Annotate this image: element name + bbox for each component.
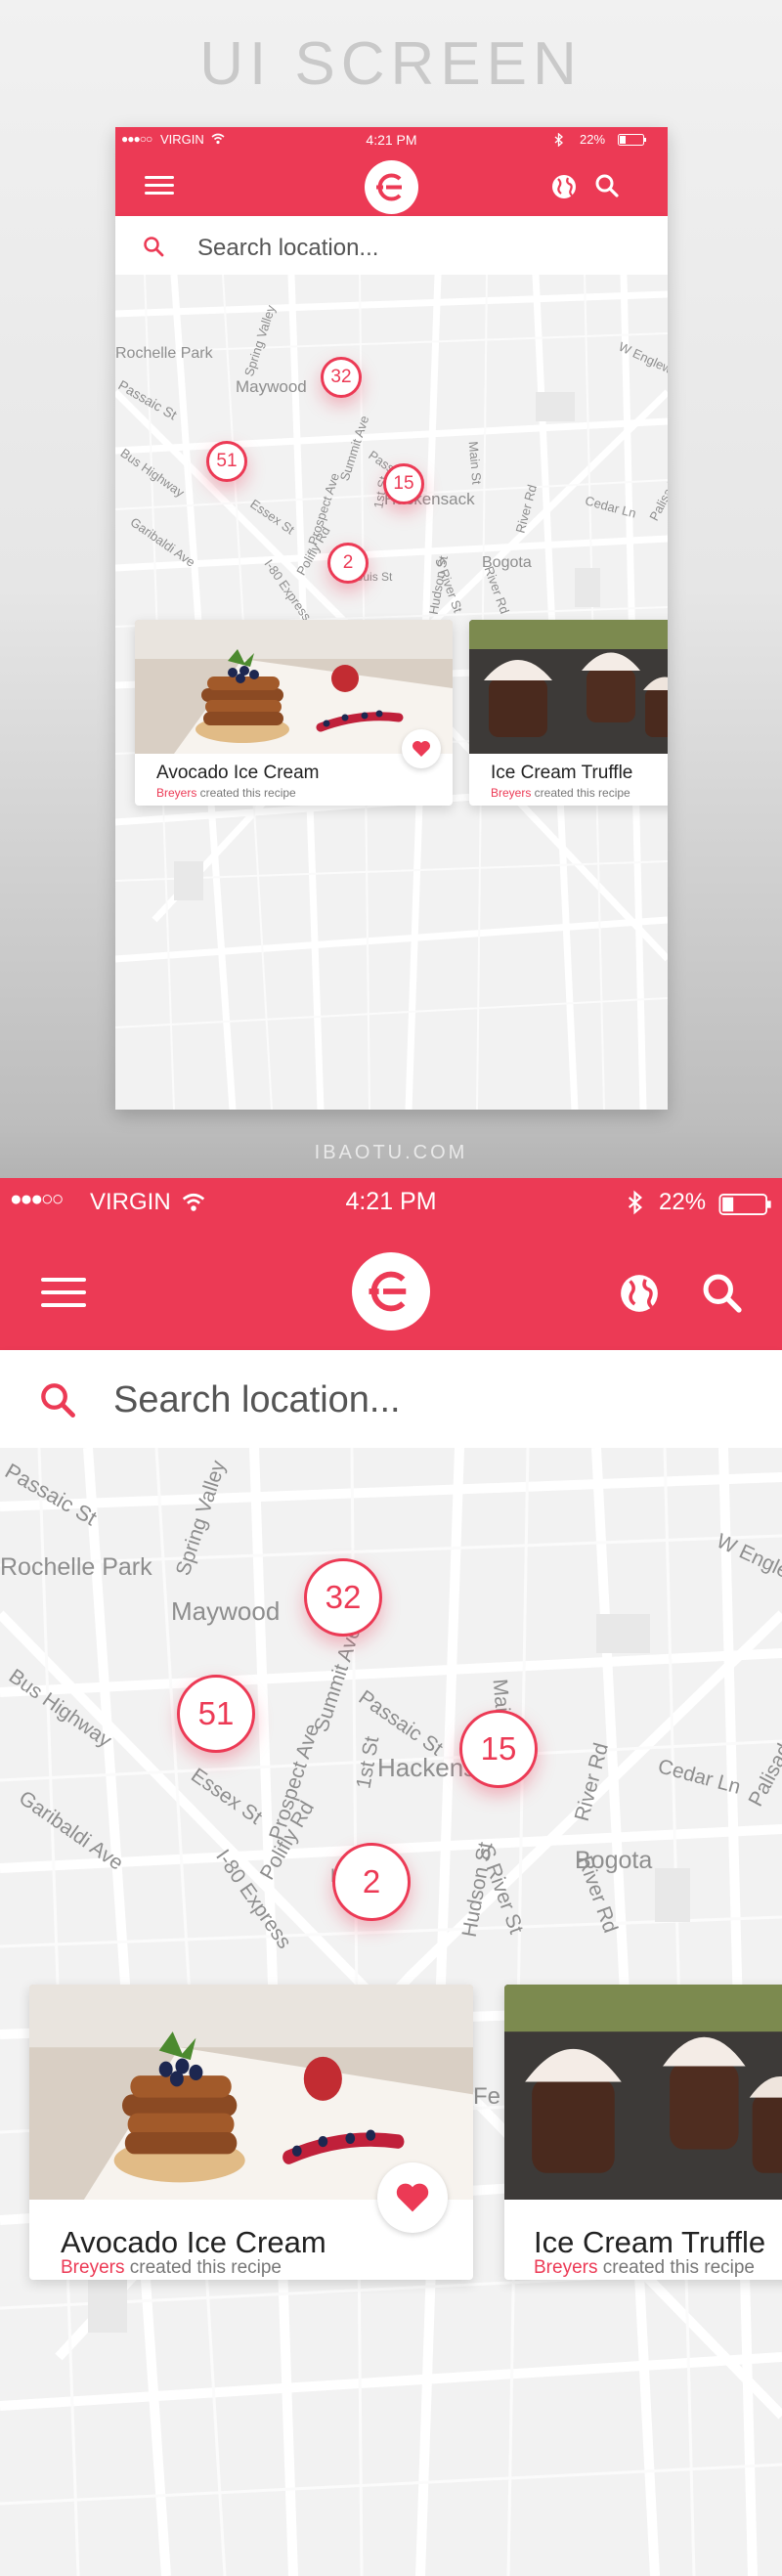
status-bar: ●●●○○ VIRGIN 4:21 PM 22% [0,1178,782,1233]
cluster-marker[interactable]: 15 [383,463,424,504]
watermark-label: IBAOTU.COM [314,1142,468,1163]
map-street-label: Fe [473,2083,501,2110]
recipe-author: Breyers created this recipe [491,786,630,800]
search-bar[interactable]: Search location... [115,216,668,275]
recipe-title: Avocado Ice Cream [61,2225,326,2259]
bluetooth-icon [628,1190,642,1215]
search-icon [144,237,164,257]
recipe-title: Ice Cream Truffle [534,2225,766,2259]
recipe-image [469,620,668,754]
recipe-card[interactable]: Avocado Ice Cream Breyers created this r… [135,620,453,806]
battery-icon [718,1194,771,1215]
menu-icon[interactable] [145,176,174,196]
search-input[interactable]: Search location... [197,235,378,262]
favorite-button[interactable] [377,2162,448,2233]
recipe-author: Breyers created this recipe [156,786,296,800]
recipe-author: Breyers created this recipe [61,2257,282,2279]
cluster-marker[interactable]: 2 [332,1843,411,1921]
recipe-card[interactable]: Avocado Ice Cream Breyers created this r… [29,1985,473,2280]
author-link[interactable]: Breyers [534,2257,597,2278]
search-icon [41,1383,75,1418]
author-suffix: created this recipe [597,2257,755,2278]
phone-screen-large: ●●●○○ VIRGIN 4:21 PM 22% Search location… [0,1178,782,2576]
author-link[interactable]: Breyers [156,786,196,800]
heart-icon [413,741,430,757]
bluetooth-icon [554,133,563,147]
status-bar: ●●●○○ VIRGIN 4:21 PM 22% [115,127,668,153]
app-logo-icon[interactable] [365,160,418,214]
recipe-card[interactable]: Ice Cream Truffle Breyers created this r… [504,1985,782,2280]
author-suffix: created this recipe [531,786,630,800]
cluster-marker[interactable]: 51 [177,1675,255,1753]
globe-icon[interactable] [550,173,578,200]
map-view[interactable]: Passaic St Spring Valley Rochelle Park W… [115,275,668,1110]
search-input[interactable]: Search location... [113,1379,401,1421]
favorite-button[interactable] [402,729,441,768]
battery-label: 22% [580,132,606,147]
recipe-title: Avocado Ice Cream [156,763,320,783]
search-bar[interactable]: Search location... [0,1350,782,1448]
map-place-label: Rochelle Park [115,345,213,362]
cluster-marker[interactable]: 15 [459,1710,538,1788]
author-suffix: created this recipe [196,786,296,800]
search-icon[interactable] [701,1272,744,1315]
recipe-title: Ice Cream Truffle [491,763,633,783]
cluster-marker[interactable]: 51 [206,441,247,482]
menu-icon[interactable] [41,1278,86,1309]
cluster-marker[interactable]: 2 [327,543,369,584]
search-icon[interactable] [594,173,620,198]
app-logo-icon[interactable] [352,1252,430,1331]
map-place-label: Maywood [171,1596,281,1626]
cluster-marker[interactable]: 32 [321,357,362,398]
battery-icon [618,134,646,146]
app-bar [115,153,668,216]
globe-icon[interactable] [618,1272,661,1315]
phone-preview-small: ●●●○○ VIRGIN 4:21 PM 22% Search location… [115,127,668,1110]
battery-label: 22% [659,1189,707,1215]
author-link[interactable]: Breyers [61,2257,124,2278]
recipe-image [504,1985,782,2200]
author-link[interactable]: Breyers [491,786,531,800]
map-view[interactable]: Passaic St Spring Valley Rochelle Park W… [0,1448,782,2576]
heart-icon [396,2183,429,2212]
author-suffix: created this recipe [124,2257,282,2278]
page-heading: UI SCREEN [199,30,583,98]
cluster-marker[interactable]: 32 [304,1558,382,1637]
map-place-label: Rochelle Park [0,1553,152,1581]
app-bar [0,1233,782,1350]
recipe-author: Breyers created this recipe [534,2257,755,2279]
map-place-label: Maywood [236,377,307,396]
recipe-card[interactable]: Ice Cream Truffle Breyers created this r… [469,620,668,806]
